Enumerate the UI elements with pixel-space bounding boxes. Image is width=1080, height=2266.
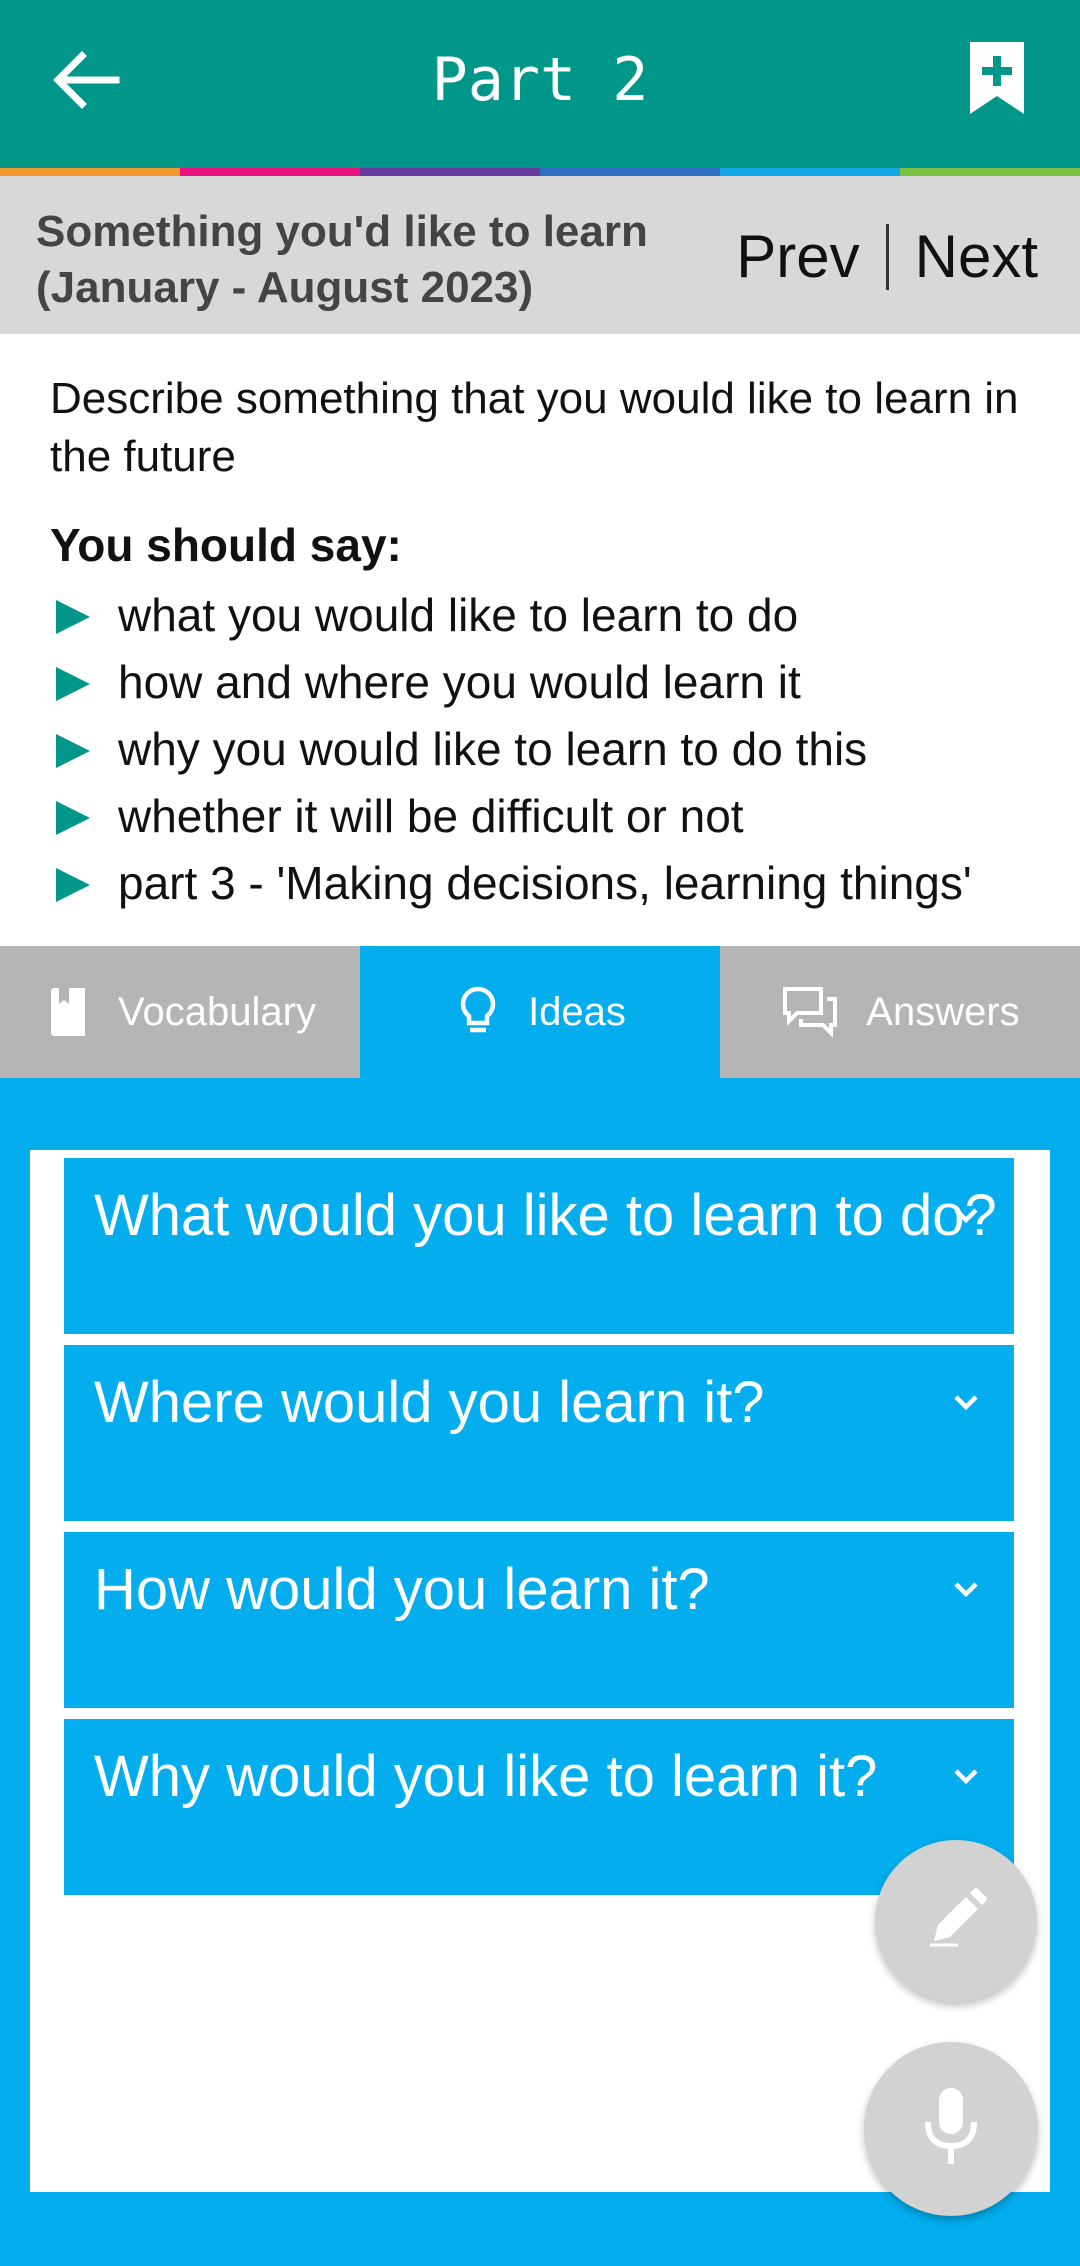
triangle-bullet-icon	[56, 868, 90, 902]
chevron-down-icon	[954, 1769, 978, 1785]
triangle-bullet-icon	[56, 734, 90, 768]
topic-title-line: Something you'd like to learn	[36, 207, 648, 256]
cue-point-text: part 3 - 'Making decisions, learning thi…	[118, 857, 972, 909]
cue-point-text: whether it will be difficult or not	[118, 790, 744, 842]
cue-point: whether it will be difficult or not	[50, 783, 1050, 850]
cue-card: Describe something that you would like t…	[50, 370, 1050, 917]
stripe-segment	[540, 168, 720, 176]
idea-question: What would you like to learn to do?	[94, 1183, 997, 1248]
idea-question: How would you learn it?	[94, 1557, 710, 1622]
page-title: Part 2	[431, 45, 649, 115]
idea-accordion-item[interactable]: Where would you learn it?	[64, 1345, 1014, 1521]
topic-date-range: (January - August 2023)	[36, 263, 534, 312]
cue-prompt: Describe something that you would like t…	[50, 374, 1019, 481]
chat-bubbles-icon	[780, 984, 840, 1040]
cue-point-text: how and where you would learn it	[118, 656, 801, 708]
color-stripe	[0, 168, 1080, 176]
cue-point-text: why you would like to learn to do this	[118, 723, 868, 775]
say-heading: You should say:	[50, 519, 402, 571]
stripe-segment	[360, 168, 540, 176]
lightbulb-icon	[454, 984, 502, 1040]
tab-vocabulary[interactable]: Vocabulary	[0, 946, 360, 1078]
topic-title: Something you'd like to learn (January -…	[36, 204, 696, 316]
next-button[interactable]: Next	[915, 222, 1038, 292]
pencil-icon	[918, 1881, 994, 1962]
microphone-icon	[916, 2082, 986, 2177]
nav-divider	[885, 224, 889, 290]
cue-point: part 3 - 'Making decisions, learning thi…	[50, 850, 1050, 917]
stripe-segment	[720, 168, 900, 176]
tab-bar: Vocabulary Ideas Answers	[0, 946, 1080, 1078]
edit-button[interactable]	[875, 1840, 1037, 2002]
chevron-down-icon	[954, 1582, 978, 1598]
bookmark-add-icon[interactable]	[964, 38, 1036, 118]
idea-accordion-item[interactable]: Why would you like to learn it?	[64, 1719, 1014, 1895]
topic-navigation: Prev Next	[736, 222, 1038, 292]
stripe-segment	[900, 168, 1080, 176]
microphone-button[interactable]	[864, 2042, 1038, 2216]
idea-question: Where would you learn it?	[94, 1370, 765, 1435]
tab-ideas[interactable]: Ideas	[360, 946, 720, 1078]
app-bar: Part 2	[0, 0, 1080, 168]
tab-label: Vocabulary	[118, 989, 316, 1034]
triangle-bullet-icon	[56, 600, 90, 634]
ideas-card: What would you like to learn to do? Wher…	[30, 1150, 1050, 2192]
book-icon	[44, 984, 92, 1040]
cue-point: how and where you would learn it	[50, 649, 1050, 716]
chevron-down-icon	[954, 1395, 978, 1411]
stripe-segment	[0, 168, 180, 176]
cue-point: why you would like to learn to do this	[50, 716, 1050, 783]
idea-question: Why would you like to learn it?	[94, 1744, 878, 1809]
cue-point: what you would like to learn to do	[50, 582, 1050, 649]
cue-point-text: what you would like to learn to do	[118, 589, 799, 641]
topic-bar: Something you'd like to learn (January -…	[0, 176, 1080, 334]
tab-label: Answers	[866, 989, 1020, 1034]
tab-answers[interactable]: Answers	[720, 946, 1080, 1078]
triangle-bullet-icon	[56, 667, 90, 701]
idea-accordion-item[interactable]: What would you like to learn to do?	[64, 1158, 1014, 1334]
prev-button[interactable]: Prev	[736, 222, 859, 292]
tab-label: Ideas	[528, 989, 626, 1034]
stripe-segment	[180, 168, 360, 176]
triangle-bullet-icon	[56, 801, 90, 835]
cue-points: what you would like to learn to do how a…	[50, 582, 1050, 917]
chevron-down-icon	[954, 1208, 978, 1224]
idea-accordion-item[interactable]: How would you learn it?	[64, 1532, 1014, 1708]
